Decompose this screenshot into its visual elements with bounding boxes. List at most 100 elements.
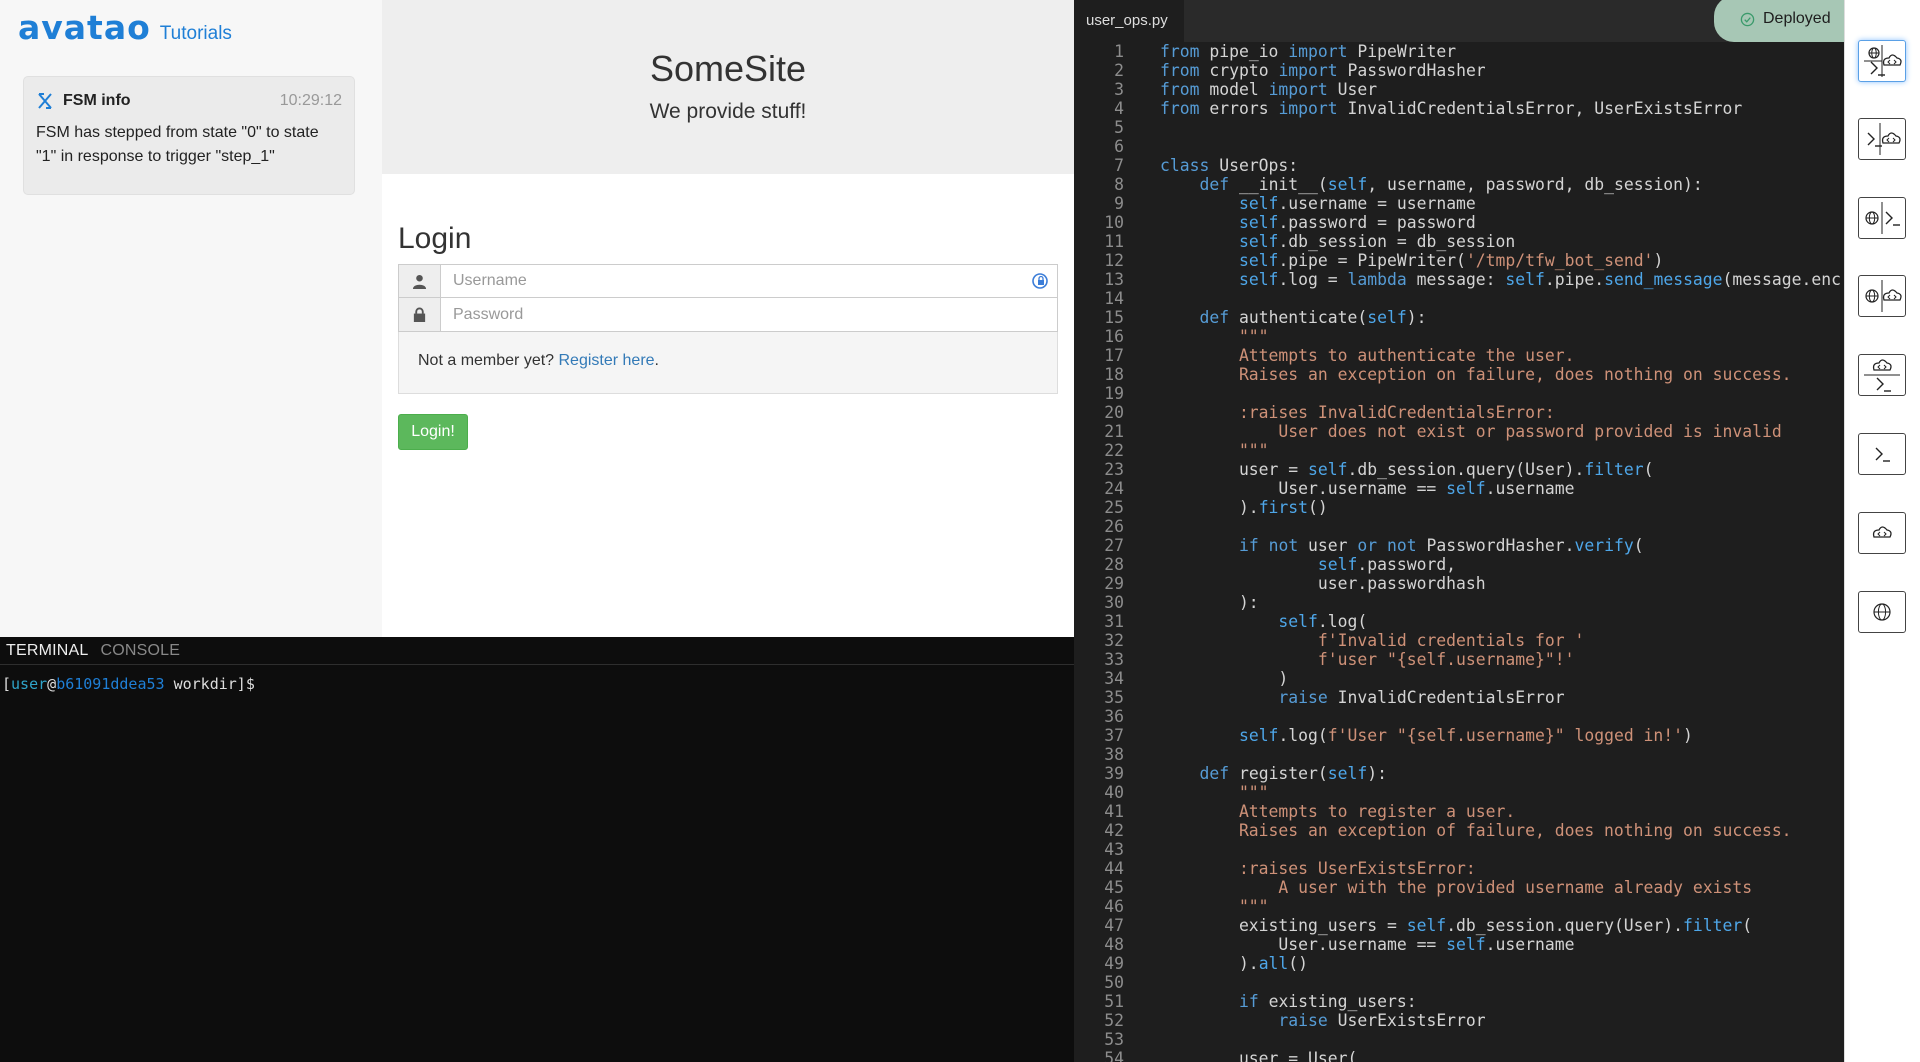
code-line[interactable]: 22 """ — [1074, 441, 1844, 460]
tab-console[interactable]: CONSOLE — [101, 642, 181, 660]
code-line[interactable]: 9 self.username = username — [1074, 194, 1844, 213]
layout-button-4[interactable] — [1858, 275, 1906, 317]
code-line[interactable]: 23 user = self.db_session.query(User).fi… — [1074, 460, 1844, 479]
code-line[interactable]: 2 from crypto import PasswordHasher — [1074, 61, 1844, 80]
code-line[interactable]: 40 """ — [1074, 783, 1844, 802]
code-text: existing_users = self.db_session.query(U… — [1160, 916, 1753, 935]
brand[interactable]: avatao Tutorials — [18, 8, 232, 47]
layout-button-2[interactable] — [1858, 118, 1906, 160]
line-number: 50 — [1104, 973, 1124, 992]
username-input[interactable] — [441, 265, 1023, 297]
code-line[interactable]: 38 — [1074, 745, 1844, 764]
code-line[interactable]: 48 User.username == self.username — [1074, 935, 1844, 954]
brand-subtitle: Tutorials — [159, 23, 232, 44]
code-line[interactable]: 4 from errors import InvalidCredentialsEr… — [1074, 99, 1844, 118]
code-line[interactable]: 20 :raises InvalidCredentialsError: — [1074, 403, 1844, 422]
line-number: 24 — [1104, 479, 1124, 498]
line-number: 25 — [1104, 498, 1124, 517]
code-line[interactable]: 25 ).first() — [1074, 498, 1844, 517]
code-line[interactable]: 16 """ — [1074, 327, 1844, 346]
code-line[interactable]: 42 Raises an exception of failure, does … — [1074, 821, 1844, 840]
code-text: User.username == self.username — [1160, 935, 1575, 954]
code-line[interactable]: 53 — [1074, 1030, 1844, 1049]
line-number: 32 — [1104, 631, 1124, 650]
code-line[interactable]: 27 if not user or not PasswordHasher.ver… — [1074, 536, 1844, 555]
editor-file-tab[interactable]: user_ops.py — [1074, 0, 1184, 42]
layout-button-6[interactable] — [1858, 433, 1906, 475]
line-number: 12 — [1104, 251, 1124, 270]
code-area[interactable]: 1 from pipe_io import PipeWriter 2 from cry… — [1074, 42, 1844, 1062]
line-number: 11 — [1104, 232, 1124, 251]
code-line[interactable]: 3 from model import User — [1074, 80, 1844, 99]
code-line[interactable]: 44 :raises UserExistsError: — [1074, 859, 1844, 878]
line-number: 41 — [1104, 802, 1124, 821]
code-line[interactable]: 15 def authenticate(self): — [1074, 308, 1844, 327]
code-line[interactable]: 46 """ — [1074, 897, 1844, 916]
line-number: 37 — [1104, 726, 1124, 745]
code-line[interactable]: 54 user = User( — [1074, 1049, 1844, 1062]
terminal-tabs: TERMINAL CONSOLE — [0, 637, 1074, 665]
code-line[interactable]: 51 if existing_users: — [1074, 992, 1844, 1011]
code-line[interactable]: 14 — [1074, 289, 1844, 308]
code-text: from errors import InvalidCredentialsErr… — [1160, 99, 1743, 118]
line-number: 45 — [1104, 878, 1124, 897]
brand-logo: avatao — [18, 8, 151, 47]
code-line[interactable]: 30 ): — [1074, 593, 1844, 612]
code-line[interactable]: 43 — [1074, 840, 1844, 859]
code-line[interactable]: 24 User.username == self.username — [1074, 479, 1844, 498]
code-line[interactable]: 13 self.log = lambda message: self.pipe.… — [1074, 270, 1844, 289]
terminal-prompt: [user@b61091ddea53 workdir]$ — [0, 665, 1074, 693]
code-line[interactable]: 18 Raises an exception on failure, does … — [1074, 365, 1844, 384]
line-number: 52 — [1104, 1011, 1124, 1030]
layout-button-8[interactable] — [1858, 591, 1906, 633]
line-number: 42 — [1104, 821, 1124, 840]
code-line[interactable]: 10 self.password = password — [1074, 213, 1844, 232]
password-input[interactable] — [441, 298, 1057, 331]
code-line[interactable]: 26 — [1074, 517, 1844, 536]
code-line[interactable]: 35 raise InvalidCredentialsError — [1074, 688, 1844, 707]
code-text: self.log = lambda message: self.pipe.sen… — [1238, 270, 1841, 289]
code-line[interactable]: 7 class UserOps: — [1074, 156, 1844, 175]
password-manager-icon[interactable] — [1023, 265, 1057, 297]
code-line[interactable]: 36 — [1074, 707, 1844, 726]
line-number: 39 — [1104, 764, 1124, 783]
line-number: 46 — [1104, 897, 1124, 916]
code-text: :raises InvalidCredentialsError: — [1160, 403, 1555, 422]
code-line[interactable]: 45 A user with the provided username alr… — [1074, 878, 1844, 897]
code-line[interactable]: 37 self.log(f'User "{self.username}" log… — [1074, 726, 1844, 745]
code-line[interactable]: 52 raise UserExistsError — [1074, 1011, 1844, 1030]
code-line[interactable]: 8 def __init__(self, username, password,… — [1074, 175, 1844, 194]
code-text: self.password = password — [1238, 213, 1476, 232]
code-line[interactable]: 32 f'Invalid credentials for ' — [1074, 631, 1844, 650]
code-editor[interactable]: user_ops.py Deployed 1 from pipe_io impor… — [1074, 0, 1844, 1062]
code-line[interactable]: 39 def register(self): — [1074, 764, 1844, 783]
code-line[interactable]: 12 self.pipe = PipeWriter('/tmp/tfw_bot_… — [1074, 251, 1844, 270]
code-line[interactable]: 41 Attempts to register a user. — [1074, 802, 1844, 821]
code-line[interactable]: 47 existing_users = self.db_session.quer… — [1074, 916, 1844, 935]
register-link[interactable]: Register here — [559, 352, 655, 369]
tab-terminal[interactable]: TERMINAL — [6, 642, 89, 660]
code-line[interactable]: 1 from pipe_io import PipeWriter — [1074, 42, 1844, 61]
login-button[interactable]: Login! — [398, 414, 468, 450]
code-line[interactable]: 29 user.passwordhash — [1074, 574, 1844, 593]
line-number: 2 — [1114, 61, 1124, 80]
code-line[interactable]: 5 — [1074, 118, 1844, 137]
deploy-button[interactable]: Deployed — [1714, 0, 1844, 42]
code-line[interactable]: 21 User does not exist or password provi… — [1074, 422, 1844, 441]
code-line[interactable]: 50 — [1074, 973, 1844, 992]
code-line[interactable]: 28 self.password, — [1074, 555, 1844, 574]
code-text: ): — [1160, 593, 1259, 612]
code-line[interactable]: 49 ).all() — [1074, 954, 1844, 973]
code-line[interactable]: 31 self.log( — [1074, 612, 1844, 631]
code-line[interactable]: 6 — [1074, 137, 1844, 156]
code-line[interactable]: 11 self.db_session = db_session — [1074, 232, 1844, 251]
code-line[interactable]: 34 ) — [1074, 669, 1844, 688]
terminal-pane[interactable]: TERMINAL CONSOLE [user@b61091ddea53 work… — [0, 637, 1074, 1062]
layout-button-1[interactable] — [1858, 40, 1906, 82]
code-line[interactable]: 17 Attempts to authenticate the user. — [1074, 346, 1844, 365]
layout-button-7[interactable] — [1858, 512, 1906, 554]
code-line[interactable]: 19 — [1074, 384, 1844, 403]
layout-button-3[interactable] — [1858, 197, 1906, 239]
code-line[interactable]: 33 f'user "{self.username}"!' — [1074, 650, 1844, 669]
layout-button-5[interactable] — [1858, 354, 1906, 396]
